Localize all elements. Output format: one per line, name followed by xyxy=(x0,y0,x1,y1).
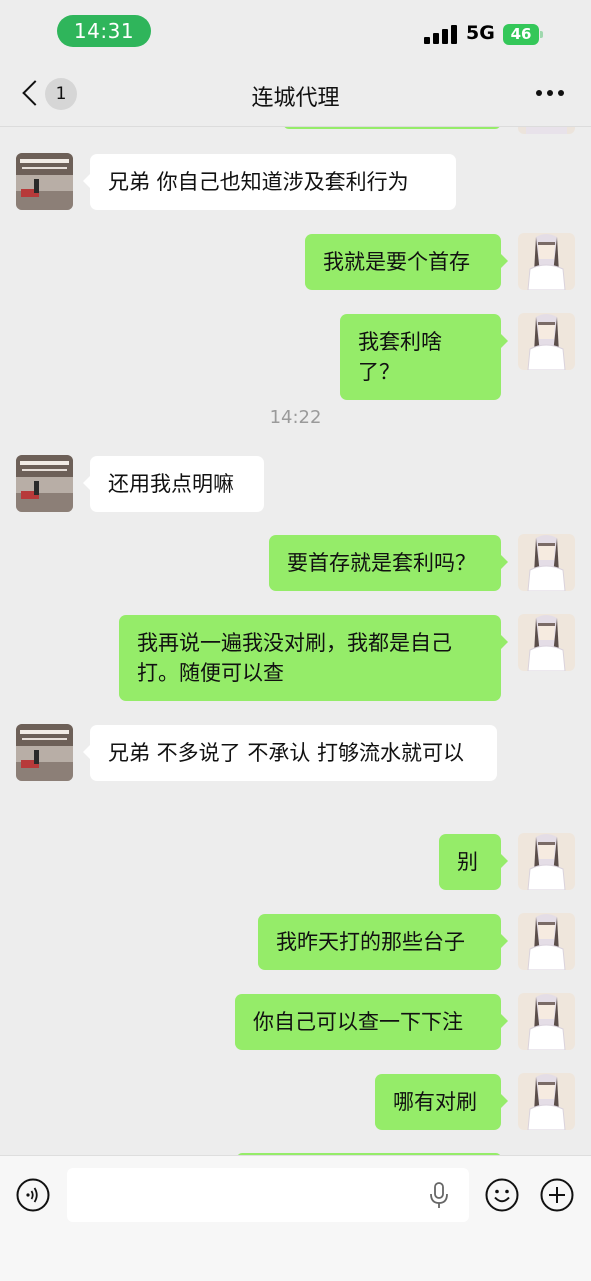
message-bubble-right[interactable]: 别 xyxy=(439,834,508,890)
avatar-self[interactable] xyxy=(518,313,575,370)
mic-icon[interactable] xyxy=(429,1182,449,1210)
battery-level: 46 xyxy=(510,25,532,43)
chat-header: 1 连城代理 xyxy=(0,62,591,127)
chat-title: 连城代理 xyxy=(251,86,340,111)
message-bubble-right[interactable]: 你自己可以查一下下注 xyxy=(235,994,508,1050)
avatar-contact[interactable] xyxy=(16,724,73,781)
message-list[interactable]: 兄弟 你自己也知道涉及套利行为 我就是要个首存 我套利啥了？ 14:22 还用我… xyxy=(0,127,591,1155)
message-bubble-right[interactable]: 我套利啥了？ xyxy=(340,314,508,400)
signal-strength-icon xyxy=(424,24,458,44)
message-bubble-left[interactable]: 兄弟 你自己也知道涉及套利行为 xyxy=(83,154,456,210)
avatar-self-partial xyxy=(518,127,575,134)
avatar-self[interactable] xyxy=(518,993,575,1050)
avatar-contact[interactable] xyxy=(16,455,73,512)
avatar-self[interactable] xyxy=(518,233,575,290)
emoji-icon[interactable] xyxy=(485,1178,519,1212)
message-bubble-right[interactable]: 我再说一遍我没对刷，我都是自己打。随便可以查 xyxy=(119,615,508,701)
message-timestamp: 14:22 xyxy=(269,407,322,428)
input-bar xyxy=(0,1155,591,1281)
avatar-self[interactable] xyxy=(518,614,575,671)
avatar-self[interactable] xyxy=(518,534,575,591)
avatar-self[interactable] xyxy=(518,833,575,890)
message-bubble-left[interactable]: 兄弟 不多说了 不承认 打够流水就可以 xyxy=(83,725,497,781)
status-bar: 14:31 5G 46 xyxy=(0,0,591,60)
message-bubble-right[interactable]: 我昨天打的那些台子 xyxy=(258,914,508,970)
status-time: 14:31 xyxy=(57,15,151,47)
network-type: 5G xyxy=(466,22,495,44)
message-bubble-right[interactable]: 哪有对刷 xyxy=(375,1074,508,1130)
avatar-self[interactable] xyxy=(518,913,575,970)
plus-icon[interactable] xyxy=(540,1178,574,1212)
voice-icon[interactable] xyxy=(16,1178,50,1212)
message-bubble-left[interactable]: 还用我点明嘛 xyxy=(83,456,264,512)
message-bubble-right[interactable]: 要首存就是套利吗？ xyxy=(269,535,508,591)
message-input[interactable] xyxy=(67,1168,469,1222)
more-dots-icon[interactable] xyxy=(536,90,566,98)
message-bubble-partial xyxy=(283,127,501,129)
battery-icon: 46 xyxy=(503,24,543,45)
message-bubble-right[interactable]: 我就是要个首存 xyxy=(305,234,508,290)
avatar-self[interactable] xyxy=(518,1073,575,1130)
avatar-contact[interactable] xyxy=(16,153,73,210)
